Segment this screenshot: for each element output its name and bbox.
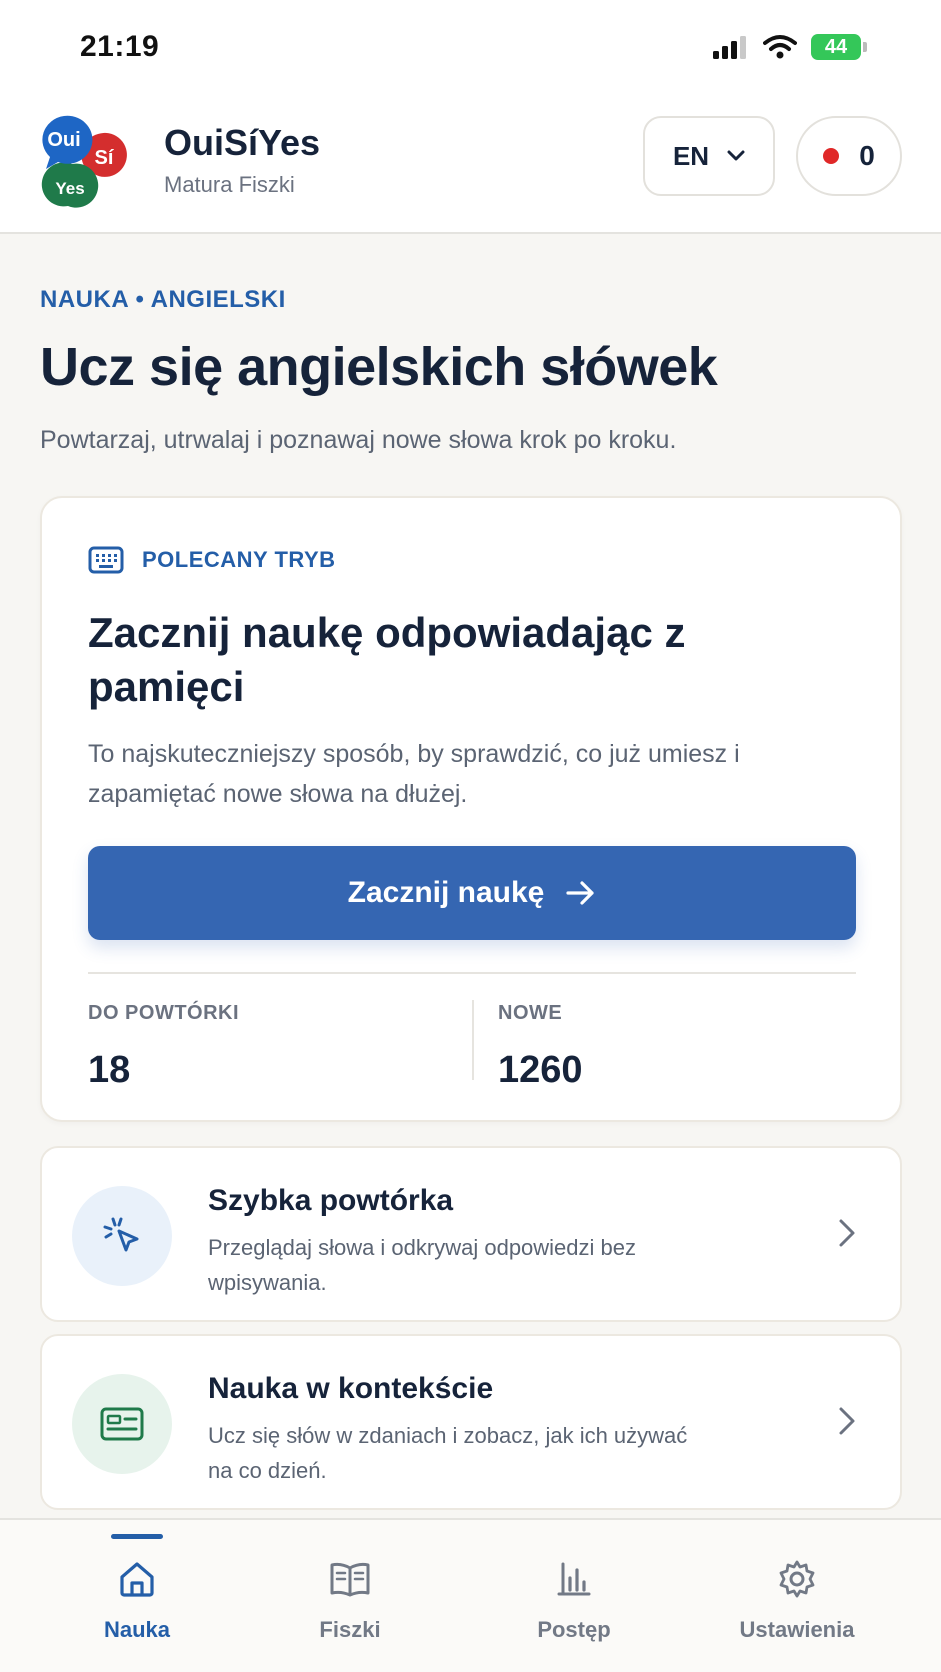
stat-separator [472, 1000, 474, 1080]
status-icons: 44 [713, 34, 867, 60]
stat-new-value: 1260 [498, 1049, 583, 1091]
mode-description: Ucz się słów w zdaniach i zobacz, jak ic… [208, 1423, 688, 1483]
mode-title: Szybka powtórka [208, 1184, 454, 1217]
logo-text-yes: Yes [55, 179, 84, 198]
hero-divider [88, 972, 856, 974]
stat-new: NOWE 1260 [498, 1002, 583, 1092]
wifi-icon [763, 35, 797, 59]
app-title: OuiSíYes [164, 122, 321, 163]
gear-icon [779, 1560, 815, 1598]
mode-icon-container [72, 1374, 172, 1474]
nav-item-nauka[interactable]: Nauka [37, 1520, 237, 1660]
mode-icon-container [72, 1186, 172, 1286]
language-label: EN [672, 140, 710, 171]
battery-indicator: 44 [811, 34, 867, 60]
stat-review-value: 18 [88, 1049, 131, 1091]
logo-text-oui: Oui [47, 129, 80, 151]
text-card-icon [100, 1407, 144, 1441]
keyboard-icon [88, 546, 124, 574]
chevron-right-icon [839, 1407, 855, 1435]
language-selector[interactable]: EN [643, 116, 775, 196]
battery-level: 44 [811, 34, 861, 60]
nav-item-postep[interactable]: Postęp [474, 1520, 674, 1660]
section-eyebrow: NAUKA • ANGIELSKI [40, 286, 286, 313]
logo-text-si: Sí [95, 147, 115, 169]
app-header: Sí Yes Oui OuiSíYes Matura Fiszki EN 0 [0, 96, 941, 234]
nav-item-ustawienia[interactable]: Ustawienia [697, 1520, 897, 1660]
status-bar: 21:19 44 [0, 0, 941, 96]
nav-label: Nauka [103, 1617, 171, 1642]
bar-chart-icon [557, 1562, 591, 1596]
mode-card-context-learning[interactable]: Nauka w kontekście Ucz się słów w zdania… [40, 1334, 902, 1510]
stat-new-label: NOWE [498, 1002, 563, 1024]
mode-card-quick-review[interactable]: Szybka powtórka Przeglądaj słowa i odkry… [40, 1146, 902, 1322]
nav-label: Fiszki [319, 1617, 381, 1642]
app-subtitle: Matura Fiszki [164, 172, 295, 197]
home-icon [120, 1562, 154, 1597]
page-title: Ucz się angielskich słówek [40, 337, 718, 397]
nav-label: Ustawienia [739, 1617, 855, 1642]
recommended-tag: POLECANY TRYB [88, 546, 336, 574]
streak-count: 0 [859, 140, 875, 171]
chevron-right-icon [839, 1219, 855, 1247]
active-tab-indicator [111, 1534, 163, 1539]
mode-description: Przeglądaj słowa i odkrywaj odpowiedzi b… [208, 1235, 637, 1295]
signal-icon [713, 36, 746, 59]
mode-title: Nauka w kontekście [208, 1372, 494, 1405]
arrow-right-icon [566, 881, 594, 905]
streak-counter-button[interactable]: 0 [796, 116, 902, 196]
cursor-click-icon [103, 1217, 139, 1252]
page-subtitle: Powtarzaj, utrwalaj i poznawaj nowe słow… [40, 426, 677, 454]
stat-review: DO POWTÓRKI 18 [88, 1002, 239, 1092]
nav-item-fiszki[interactable]: Fiszki [250, 1520, 450, 1660]
hero-description: To najskuteczniejszy sposób, by sprawdzi… [88, 740, 740, 808]
recommended-mode-card: POLECANY TRYB Zacznij naukę odpowiadając… [40, 496, 902, 1122]
bottom-navigation: Nauka Fiszki Postęp Ustawienia [0, 1518, 941, 1672]
start-learning-label: Zacznij naukę [347, 876, 545, 909]
status-time: 21:19 [80, 30, 160, 63]
start-learning-button[interactable]: Zacznij naukę [88, 846, 856, 940]
app-logo: Sí Yes Oui [38, 114, 138, 214]
recommended-tag-label: POLECANY TRYB [142, 547, 336, 572]
book-icon [330, 1562, 370, 1597]
chevron-down-icon [727, 150, 745, 161]
nav-label: Postęp [537, 1617, 611, 1642]
streak-dot-icon [823, 148, 840, 164]
stat-review-label: DO POWTÓRKI [88, 1002, 240, 1024]
hero-title: Zacznij naukę odpowiadając z pamięci [88, 609, 686, 710]
